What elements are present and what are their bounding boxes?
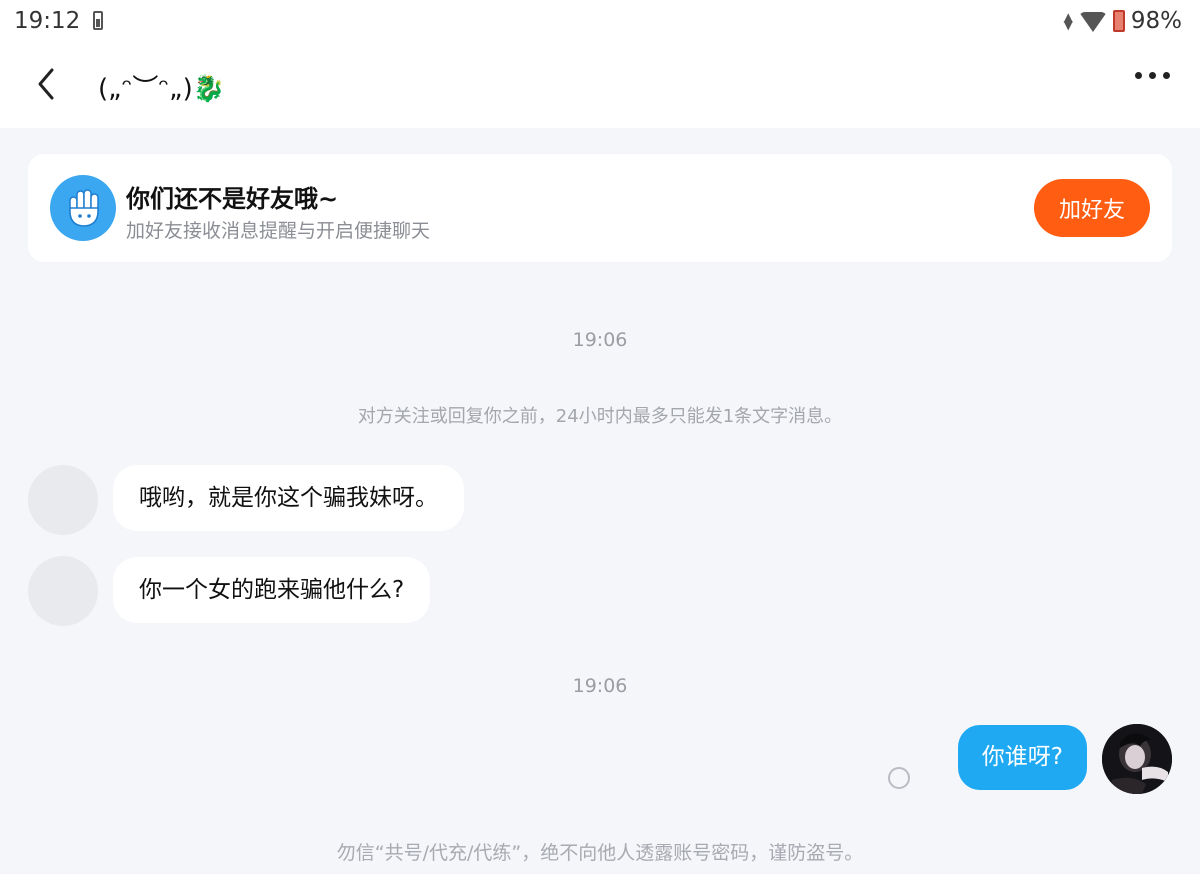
waving-hand-icon	[50, 175, 116, 241]
more-dots-icon[interactable]	[1135, 72, 1170, 79]
avatar[interactable]	[28, 556, 98, 626]
dragon-emoji: 🐉	[192, 74, 226, 104]
timestamp: 19:06	[572, 329, 628, 351]
my-message-bubble[interactable]: 你谁呀?	[957, 725, 1087, 790]
friend-card-subtitle: 加好友接收消息提醒与开启便捷聊天	[126, 220, 431, 242]
security-warning: 勿信“共号/代充/代练”，绝不向他人透露账号密码，谨防盗号。	[336, 842, 864, 864]
wifi-icon	[1078, 12, 1107, 32]
battery-percent: 98%	[1130, 8, 1182, 34]
nav-bar: („ᵔ︶ᵔ„)🐉	[0, 50, 1200, 120]
battery-low-red-icon	[1112, 10, 1125, 32]
message-limit-notice: 对方关注或回复你之前，24小时内最多只能发1条文字消息。	[357, 406, 843, 427]
battery-small-icon	[93, 11, 103, 30]
top-bar: 19:12 ▲ ▼ 98% („ᵔ︶ᵔ„)🐉	[0, 0, 1200, 128]
data-arrows-icon: ▲ ▼	[1063, 10, 1073, 32]
message-bubble[interactable]: 你一个女的跑来骗他什么?	[113, 557, 431, 623]
my-avatar[interactable]	[1102, 724, 1172, 794]
sending-status-icon	[888, 767, 910, 789]
avatar[interactable]	[28, 465, 98, 535]
add-friend-card: 你们还不是好友哦~ 加好友接收消息提醒与开启便捷聊天 加好友	[28, 154, 1172, 262]
chat-title-text: („ᵔ︶ᵔ„)	[98, 74, 193, 104]
timestamp: 19:06	[572, 675, 628, 697]
status-right: ▲ ▼ 98%	[1064, 8, 1182, 34]
add-friend-button[interactable]: 加好友	[1034, 179, 1150, 237]
status-time: 19:12	[14, 8, 81, 34]
message-bubble[interactable]: 哦哟，就是你这个骗我妹呀。	[113, 465, 464, 531]
friend-card-title: 你们还不是好友哦~	[126, 185, 339, 213]
chat-title: („ᵔ︶ᵔ„)🐉	[98, 68, 225, 105]
chevron-left-icon[interactable]	[30, 62, 66, 106]
